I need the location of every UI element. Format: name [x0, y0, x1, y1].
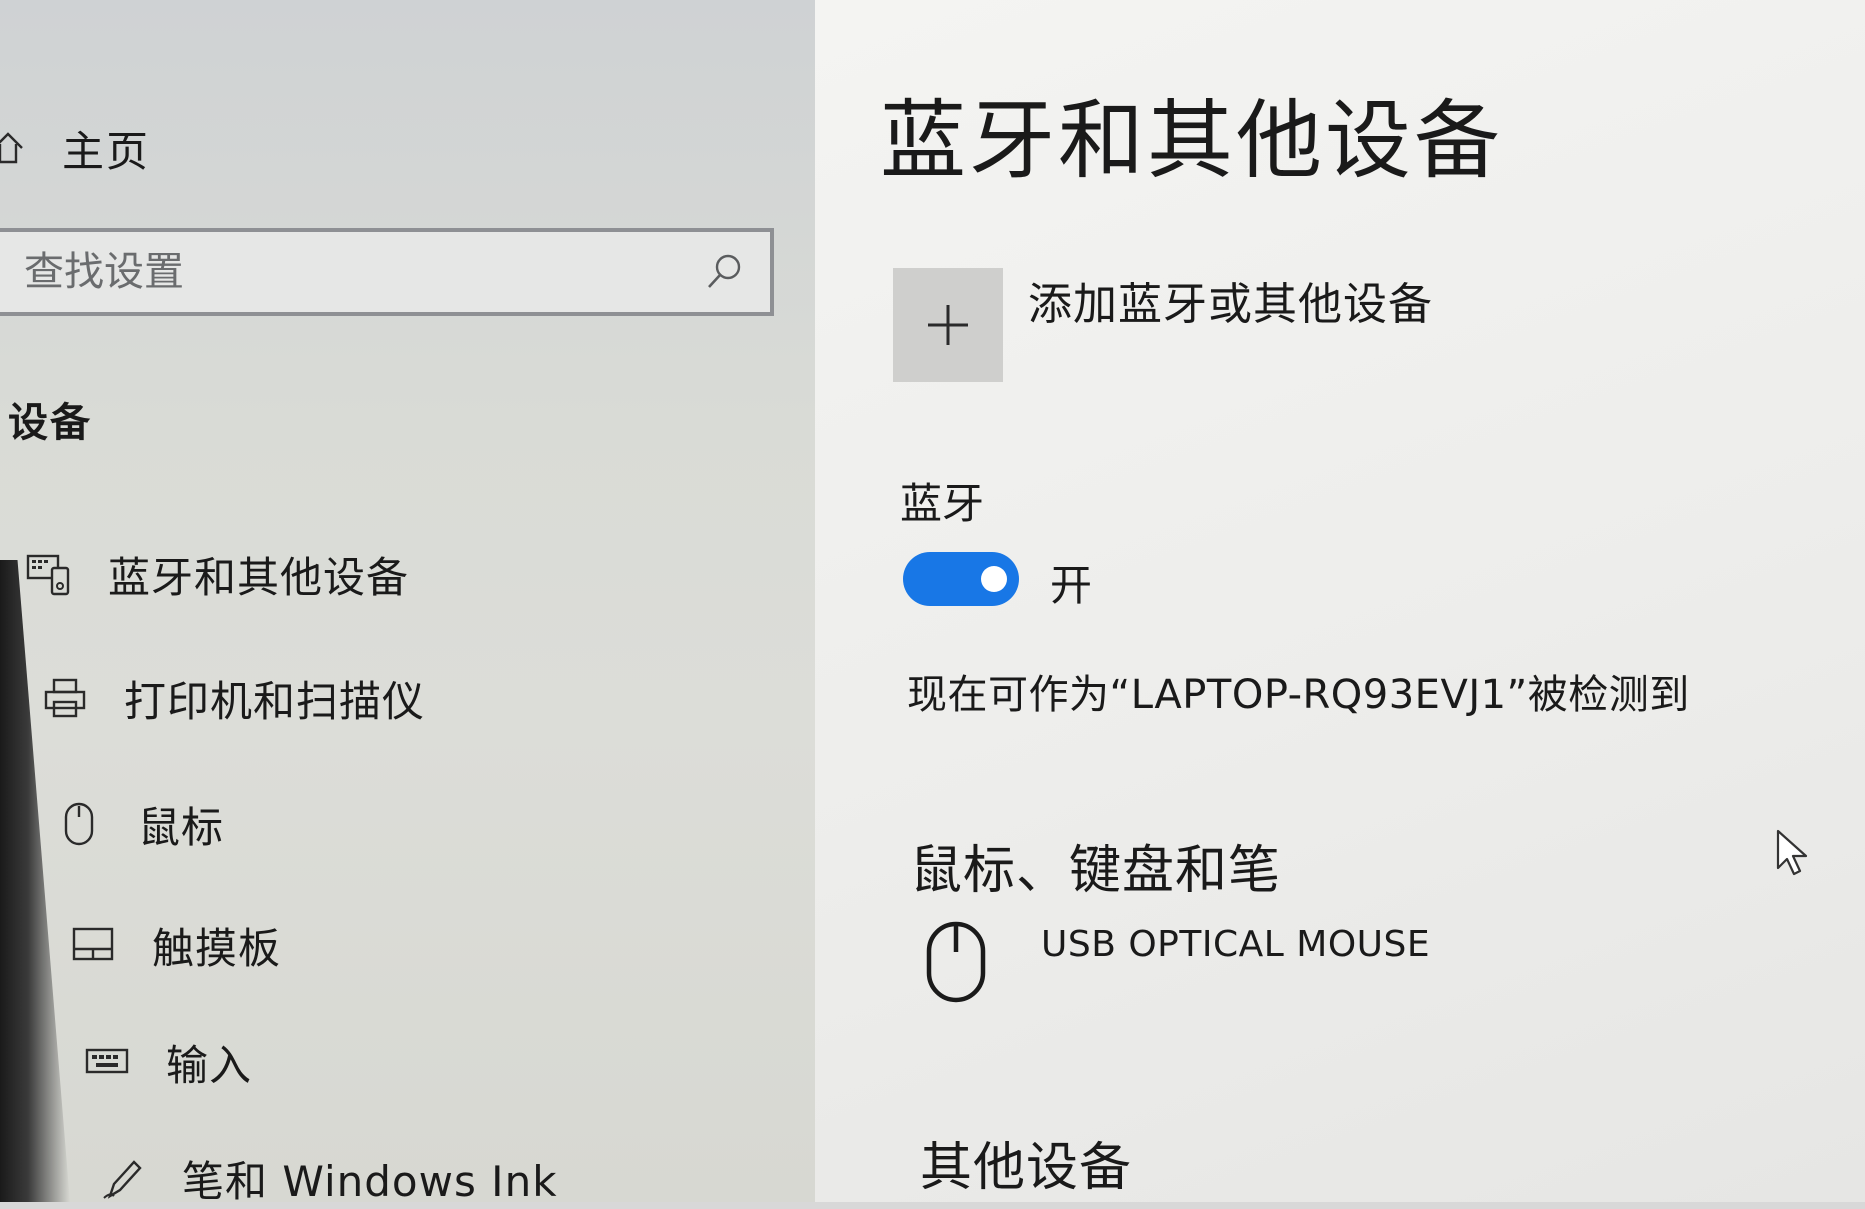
device-name: USB OPTICAL MOUSE — [1041, 924, 1431, 965]
search-icon[interactable] — [704, 252, 744, 292]
nav-shadow — [0, 560, 70, 1202]
pen-icon — [103, 1160, 142, 1199]
home-icon — [0, 132, 23, 164]
printer-icon — [44, 678, 86, 718]
toggle-knob — [981, 566, 1007, 592]
sidebar-item-printers[interactable]: 打印机和扫描仪 — [42, 668, 425, 728]
search-input[interactable] — [0, 231, 704, 313]
add-device-button[interactable] — [893, 268, 1003, 382]
search-box[interactable] — [0, 228, 774, 316]
nav-section-title: 设备 — [8, 400, 92, 446]
discoverable-text: 现在可作为“LAPTOP-RQ93EVJ1”被检测到 — [907, 672, 1690, 718]
add-device-label[interactable]: 添加蓝牙或其他设备 — [1028, 268, 1433, 332]
settings-nav-pane: 主页 设备 蓝牙和其他设备 打印机和扫描仪 — [0, 0, 815, 1206]
sidebar-item-mouse[interactable]: 鼠标 — [56, 794, 224, 854]
mouse-keyboard-pen-heading: 鼠标、键盘和笔 — [910, 841, 1282, 901]
page-title: 蓝牙和其他设备 — [880, 91, 1503, 191]
bluetooth-state-label: 开 — [1050, 561, 1093, 610]
sidebar-item-label: 输入 — [166, 1040, 253, 1090]
content-pane: 蓝牙和其他设备 添加蓝牙或其他设备 蓝牙 开 现在可作为“LAPTOP-RQ93… — [815, 0, 1865, 1202]
bluetooth-devices-icon — [26, 554, 70, 596]
sidebar-item-label: 蓝牙和其他设备 — [108, 552, 410, 602]
mouse-pointer-icon — [1776, 829, 1808, 876]
home-nav-item[interactable]: 主页 — [0, 118, 150, 178]
sidebar-item-label: 触摸板 — [152, 923, 282, 973]
bluetooth-toggle[interactable] — [903, 552, 1019, 606]
sidebar-item-pen[interactable]: 笔和 Windows Ink — [100, 1148, 558, 1208]
sidebar-item-touchpad[interactable]: 触摸板 — [70, 915, 281, 975]
sidebar-item-label: 笔和 Windows Ink — [182, 1156, 558, 1206]
home-label: 主页 — [62, 126, 151, 176]
keyboard-icon — [85, 1048, 129, 1074]
mouse-icon — [64, 802, 94, 846]
sidebar-item-typing[interactable]: 输入 — [84, 1032, 252, 1092]
bluetooth-heading: 蓝牙 — [900, 479, 985, 528]
mouse-icon — [926, 921, 986, 1003]
sidebar-item-bluetooth[interactable]: 蓝牙和其他设备 — [26, 544, 409, 604]
sidebar-item-label: 打印机和扫描仪 — [124, 676, 426, 726]
plus-icon — [928, 305, 968, 345]
other-devices-heading: 其他设备 — [920, 1138, 1133, 1198]
sidebar-item-label: 鼠标 — [138, 802, 225, 852]
device-item[interactable]: USB OPTICAL MOUSE — [925, 920, 1430, 1004]
touchpad-icon — [72, 927, 114, 961]
